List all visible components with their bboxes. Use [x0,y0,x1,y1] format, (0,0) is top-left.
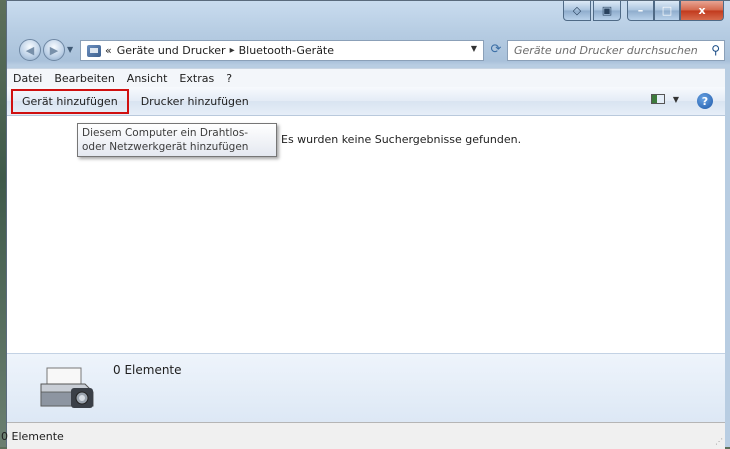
maximize-icon: □ [661,4,673,17]
recent-pages-dropdown[interactable]: ▼ [67,45,73,54]
back-arrow-icon: ◀ [25,43,35,57]
minimize-button[interactable]: – [627,1,654,21]
printer-icon [40,367,94,408]
address-dropdown-icon[interactable]: ▼ [471,44,477,53]
status-bar: 0 Elemente ⋰ [1,422,725,449]
search-input[interactable] [508,43,706,58]
add-printer-button[interactable]: Drucker hinzufügen [133,92,257,111]
menu-help[interactable]: ? [220,72,238,85]
search-box[interactable]: ⚲ [507,40,725,61]
caption-buttons: ◇ ▣ – □ x [563,1,724,23]
navigation-row: ◀ ▶ ▼ « Geräte und Drucker ▸ Bluetooth-G… [7,37,725,63]
change-view-button[interactable]: ▼ [650,94,679,104]
menu-edit[interactable]: Bearbeiten [48,72,120,85]
resize-grip-icon[interactable]: ⋰ [715,437,723,446]
breadcrumb-item-devices-printers[interactable]: Geräte und Drucker [117,44,226,57]
forward-button[interactable]: ▶ [43,39,65,61]
view-icon [650,94,665,104]
menu-view[interactable]: Ansicht [121,72,174,85]
menu-tools[interactable]: Extras [173,72,220,85]
close-icon: x [698,4,706,17]
help-icon[interactable]: ? [697,93,713,109]
caption-extra-button-2[interactable]: ▣ [593,1,621,21]
chevron-down-icon: ▼ [672,94,679,104]
search-icon[interactable]: ⚲ [711,43,720,57]
command-bar: Gerät hinzufügen Drucker hinzufügen ▼ ? [7,87,725,116]
content-pane: Es wurden keine Suchergebnisse gefunden.… [7,116,725,353]
explorer-window: ◇ ▣ – □ x ◀ ▶ ▼ « Geräte und Drucker ▸ B… [1,0,730,449]
forward-arrow-icon: ▶ [49,43,59,57]
details-item-count: 0 Elemente [113,363,182,377]
details-pane: 0 Elemente [7,353,725,422]
refresh-icon: ⟳ [490,42,502,57]
caption-extra-button-1[interactable]: ◇ [563,1,591,21]
maximize-button[interactable]: □ [654,1,680,21]
breadcrumb-overflow[interactable]: « [105,44,112,57]
refresh-button[interactable]: ⟳ [487,42,505,60]
breadcrumb-separator-icon[interactable]: ▸ [230,45,235,56]
devices-folder-icon [87,44,101,57]
minimize-icon: – [637,4,644,17]
status-item-count: 0 Elemente [1,429,64,443]
back-button[interactable]: ◀ [19,39,41,61]
no-results-message: Es wurden keine Suchergebnisse gefunden. [281,133,522,146]
add-device-tooltip: Diesem Computer ein Drahtlos- oder Netzw… [77,123,277,157]
menu-bar: Datei Bearbeiten Ansicht Extras ? [7,68,725,87]
close-button[interactable]: x [680,1,724,21]
address-bar[interactable]: « Geräte und Drucker ▸ Bluetooth-Geräte … [80,40,484,61]
menu-file[interactable]: Datei [7,72,48,85]
breadcrumb-item-bluetooth[interactable]: Bluetooth-Geräte [239,44,334,57]
add-device-button[interactable]: Gerät hinzufügen [11,88,129,114]
